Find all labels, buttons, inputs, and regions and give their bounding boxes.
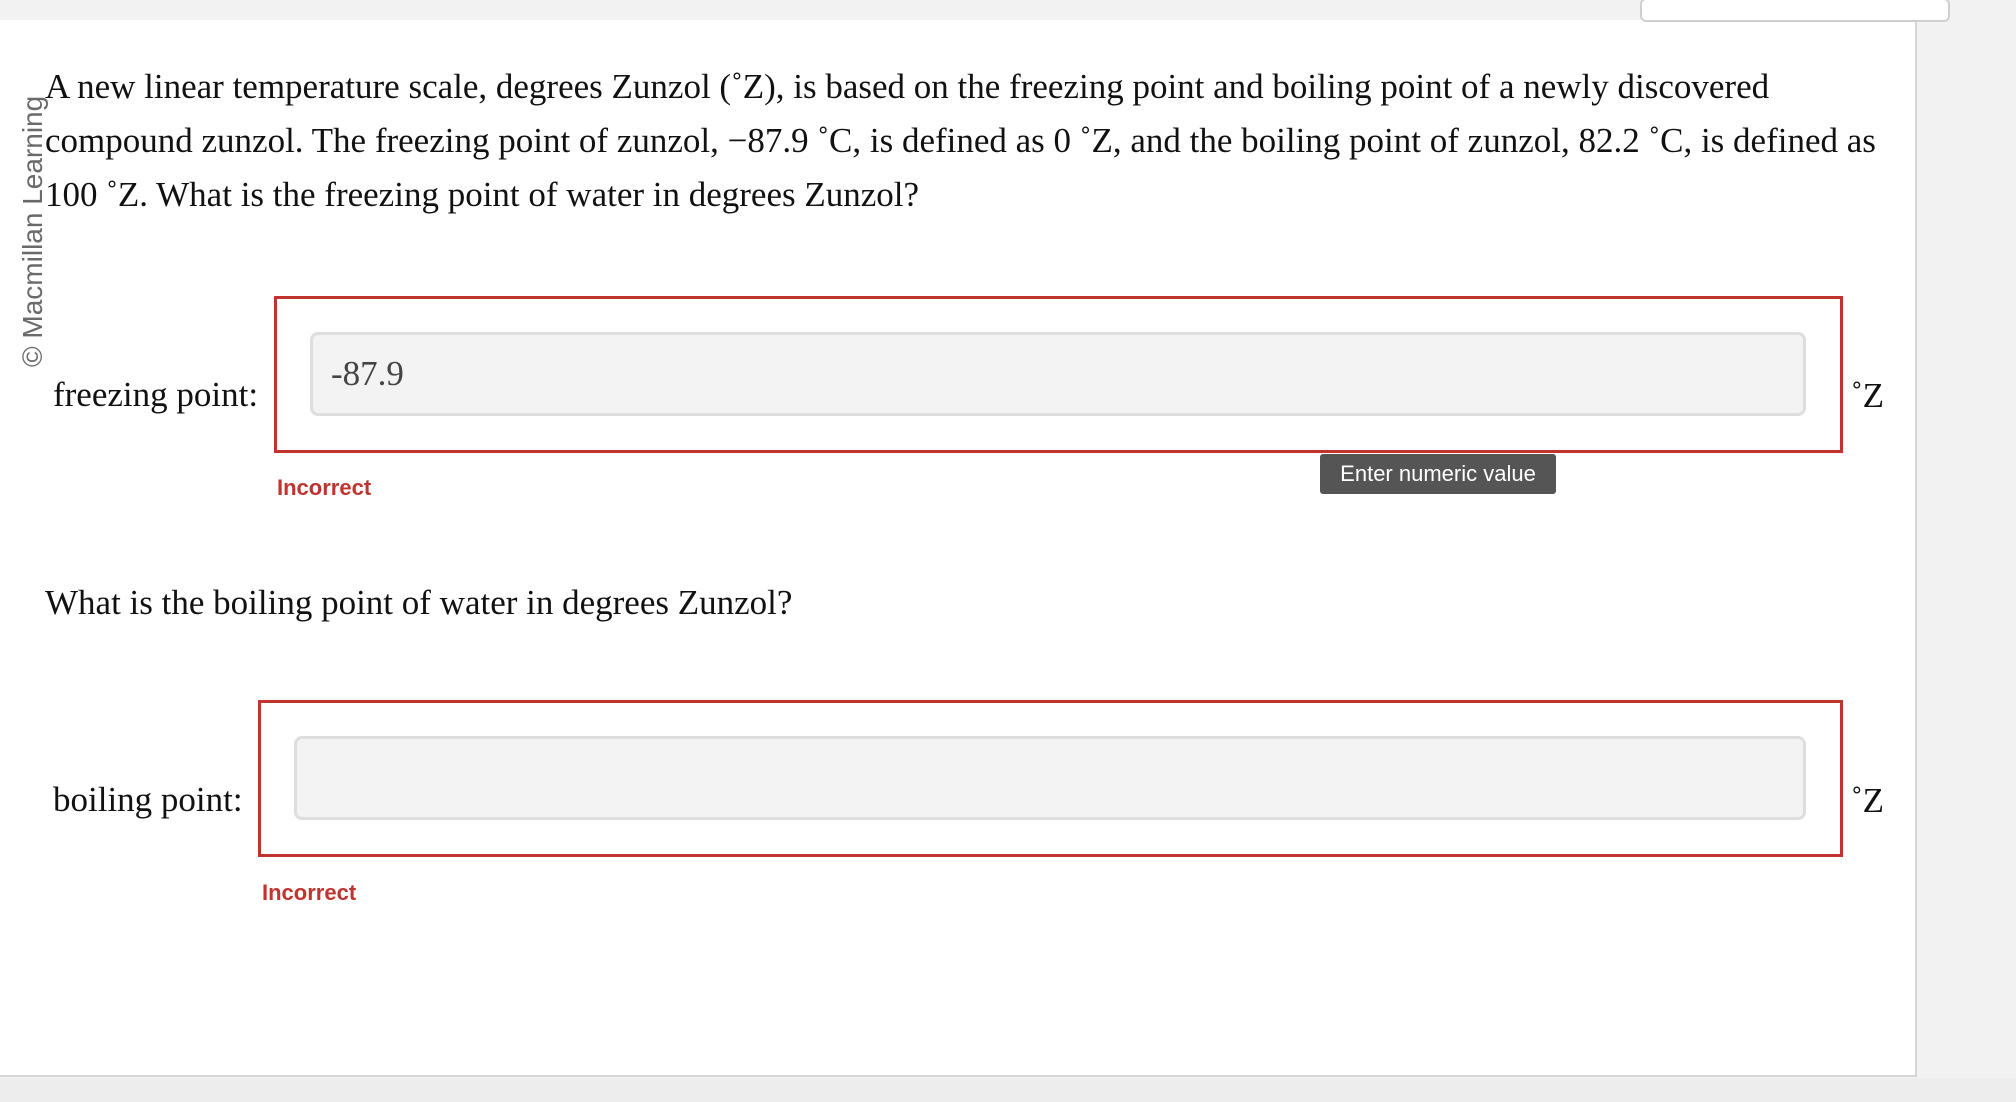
numeric-value-tooltip: Enter numeric value [1320,454,1556,494]
bottom-strip [0,1078,2016,1102]
boiling-unit: ˚Z [1851,781,1885,820]
freezing-point-input[interactable] [310,332,1806,416]
question-text-boiling: What is the boiling point of water in de… [45,583,793,622]
freezing-point-label: freezing point: [53,375,259,414]
boiling-status-incorrect: Incorrect [262,880,357,905]
question-text-freezing: A new linear temperature scale, degrees … [45,67,1876,214]
question-panel: © Macmillan Learning A new linear temper… [0,0,1950,1077]
freezing-answer-box [274,296,1843,453]
boiling-point-input[interactable] [294,736,1806,820]
top-control-box[interactable] [1640,0,1950,22]
boiling-point-label: boiling point: [53,780,243,819]
freezing-unit: ˚Z [1851,376,1885,415]
freezing-status-incorrect: Incorrect [277,475,372,500]
boiling-answer-box [258,700,1843,857]
copyright-notice: © Macmillan Learning [17,95,48,367]
